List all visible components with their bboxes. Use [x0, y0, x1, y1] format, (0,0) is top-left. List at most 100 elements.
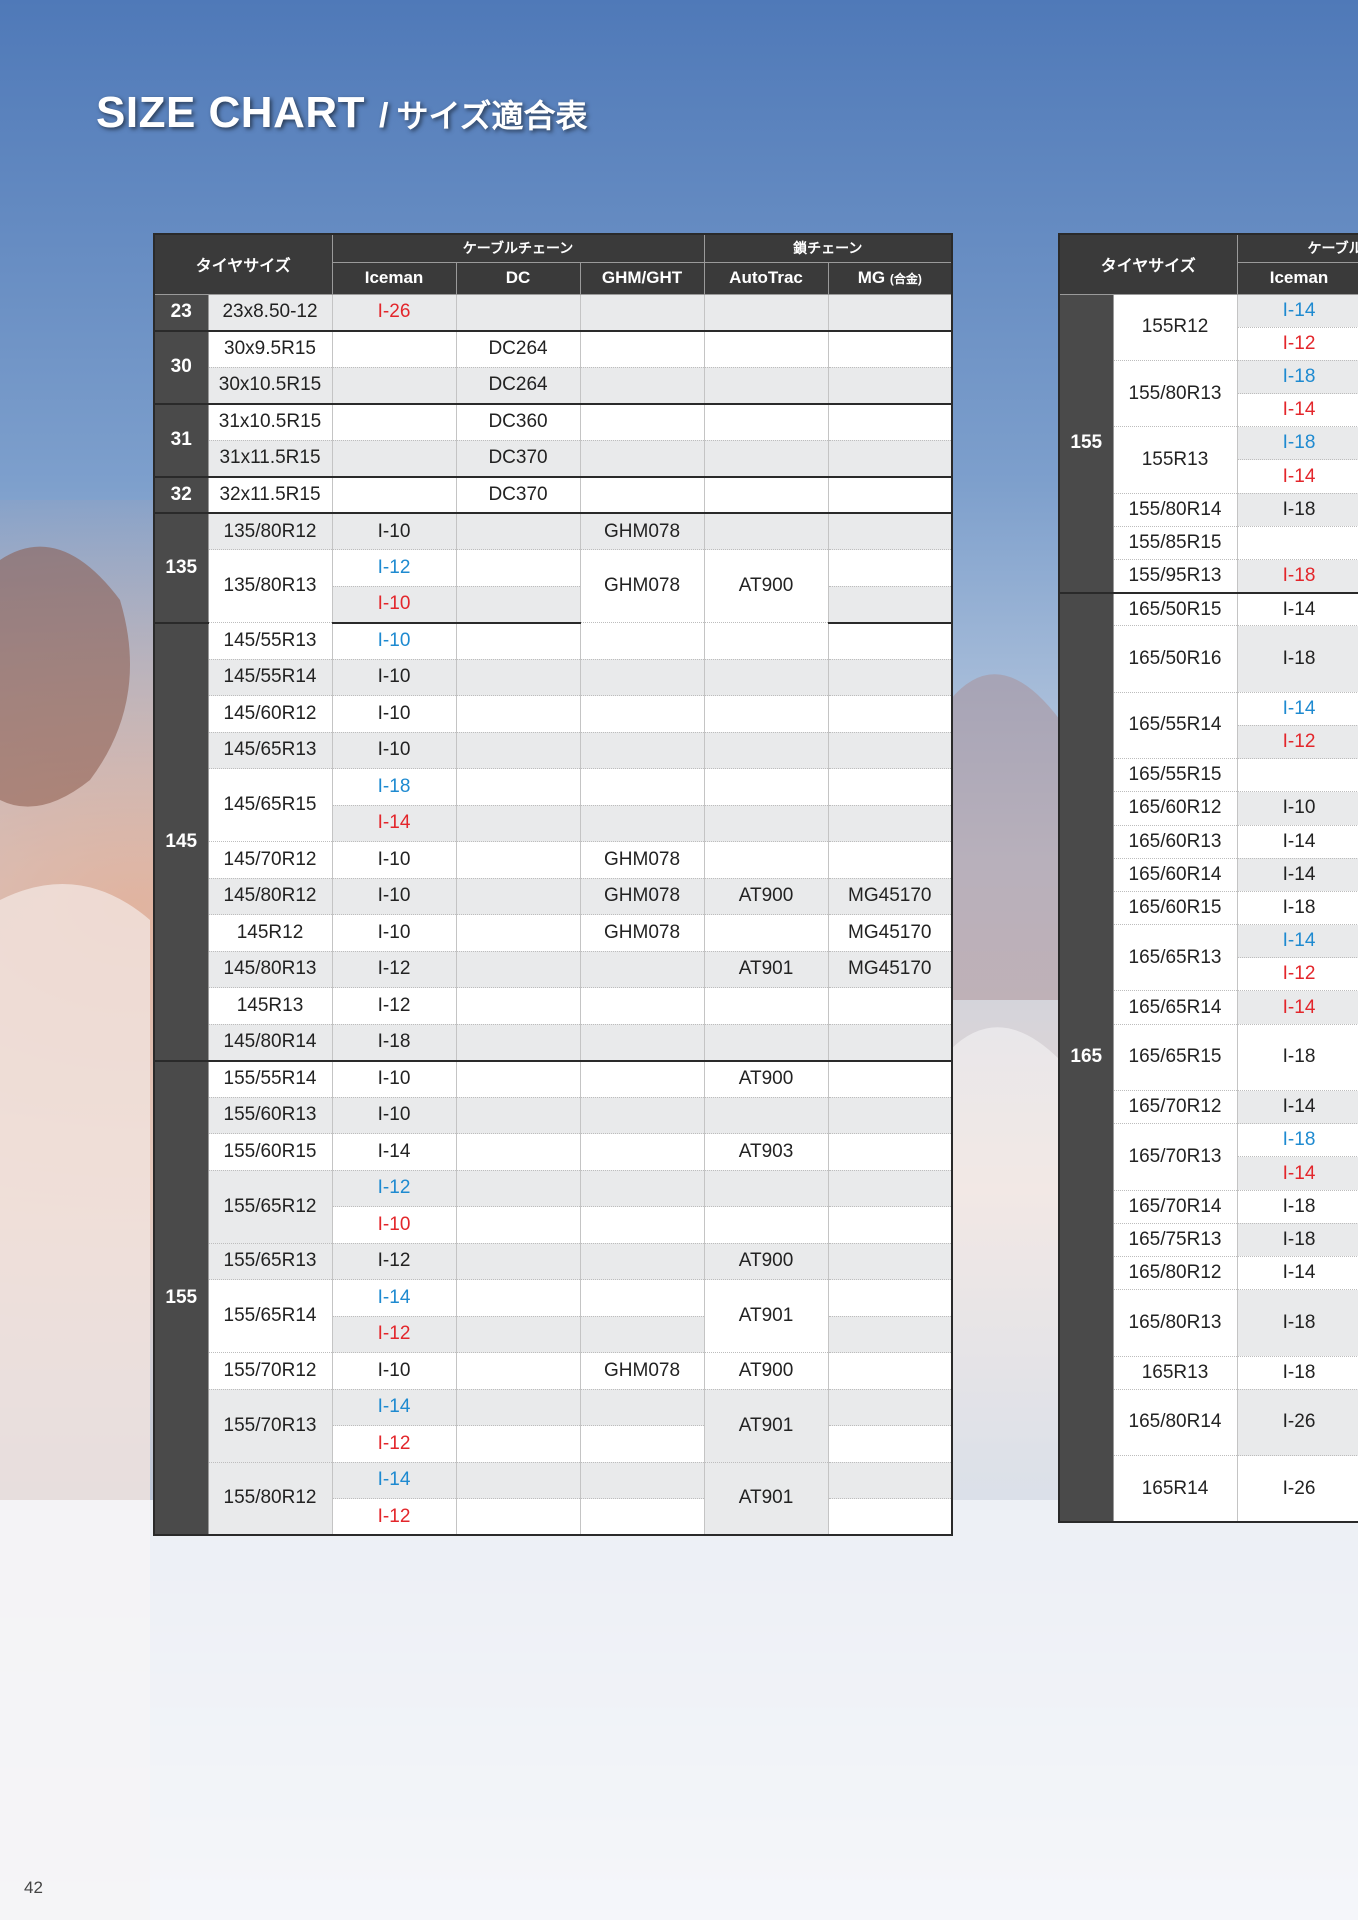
- dc-cell: [455, 1352, 581, 1390]
- tire-size-cell: 145/65R15: [207, 768, 333, 842]
- tire-size-cell: 165/65R15: [1112, 1024, 1238, 1092]
- iceman-cell: I-18: [1236, 891, 1358, 926]
- ghm-cell: [579, 1097, 705, 1134]
- page-number: 42: [24, 1878, 43, 1897]
- tire-size-cell: 155/80R13: [1112, 360, 1238, 428]
- iceman-cell: [331, 403, 457, 441]
- dc-cell: DC360: [455, 403, 581, 441]
- dc-cell: [455, 294, 581, 332]
- table-row: 31 31x10.5R15 DC360: [153, 403, 953, 478]
- tire-size-cell: 145R12: [207, 914, 333, 952]
- dc-cell: [455, 951, 581, 988]
- autotrac-cell: [703, 732, 829, 769]
- iceman-cell: I-10: [331, 841, 457, 879]
- header-cable-chain: ケーブルチェーン: [331, 233, 705, 263]
- tire-size-cell: 165/80R14: [1112, 1389, 1238, 1457]
- tire-size-cell: 31x10.5R15: [207, 403, 333, 441]
- dc-cell: DC264: [455, 367, 581, 405]
- iceman-cell: I-18: [1236, 426, 1358, 461]
- ghm-cell: [579, 1425, 705, 1463]
- ghm-cell: [579, 805, 705, 842]
- mg-cell: [827, 1024, 953, 1062]
- tire-size-cell: 145/60R12: [207, 695, 333, 733]
- autotrac-cell: [703, 403, 829, 441]
- tire-size-cell: 145/65R13: [207, 732, 333, 769]
- dc-cell: [455, 878, 581, 915]
- dc-cell: [455, 805, 581, 842]
- table-row: 145/80R14 I-18: [154, 1024, 953, 1062]
- iceman-cell: I-18: [1236, 559, 1358, 594]
- iceman-cell: I-18: [331, 1024, 457, 1062]
- dc-cell: [455, 1133, 581, 1171]
- table-row: 155 155R12 I-14: [1058, 293, 1358, 594]
- tire-size-cell: 165/65R14: [1112, 990, 1238, 1025]
- tire-size-cell: 165R13: [1112, 1356, 1238, 1390]
- dc-cell: DC264: [455, 330, 581, 368]
- mg-cell: [827, 695, 953, 733]
- autotrac-cell: [703, 805, 829, 842]
- mg-cell: [827, 622, 953, 660]
- iceman-cell: I-18: [1236, 493, 1358, 527]
- iceman-cell: I-10: [331, 732, 457, 769]
- right-table-body: 155 155R12 I-14 I-12 155/80R13 I-18 I-14 155R13…: [1058, 293, 1358, 1524]
- tire-size-cell: 145/80R12: [207, 878, 333, 915]
- mg-cell: [827, 330, 953, 368]
- iceman-cell: I-12: [331, 1170, 457, 1207]
- tire-size-cell: 165/55R14: [1112, 692, 1238, 760]
- ghm-cell: [579, 1206, 705, 1244]
- mg-cell: [827, 1170, 953, 1207]
- iceman-cell: I-14: [1236, 294, 1358, 328]
- iceman-cell: I-14: [1236, 592, 1358, 627]
- tire-size-cell: 165/55R15: [1112, 758, 1238, 793]
- dc-cell: [455, 987, 581, 1025]
- title-main: SIZE CHART: [96, 88, 365, 137]
- dc-cell: [455, 513, 581, 550]
- iceman-cell: I-18: [1236, 625, 1358, 693]
- table-row: 30 30x9.5R15 DC264: [153, 330, 953, 405]
- iceman-cell: I-26: [1236, 1455, 1358, 1524]
- tire-size-cell: 165/60R13: [1112, 825, 1238, 859]
- dc-cell: [455, 1206, 581, 1244]
- ghm-cell: GHM078: [579, 1352, 705, 1390]
- dc-cell: [455, 695, 581, 733]
- tire-size-cell: 165/80R12: [1112, 1256, 1238, 1291]
- table-row: 165 165/50R15 I-14: [1058, 592, 1358, 1524]
- tire-size-cell: 32x11.5R15: [207, 476, 333, 514]
- tire-size-cell: 165/50R16: [1112, 625, 1238, 693]
- mg-cell: [827, 1060, 953, 1098]
- tire-size-cell: 135/80R13: [207, 549, 333, 623]
- autotrac-cell: AT901: [703, 1279, 829, 1353]
- iceman-cell: I-10: [331, 914, 457, 952]
- ghm-cell: GHM078: [579, 549, 705, 623]
- iceman-cell: I-14: [331, 1133, 457, 1171]
- autotrac-cell: AT903: [703, 1133, 829, 1171]
- ghm-cell: [579, 1498, 705, 1536]
- tire-size-cell: 155/60R13: [207, 1097, 333, 1134]
- mg-cell: [827, 1352, 953, 1390]
- mg-cell: [827, 367, 953, 405]
- tire-size-cell: 145/70R12: [207, 841, 333, 879]
- iceman-cell: I-10: [331, 659, 457, 696]
- mg-cell: [827, 1425, 953, 1463]
- tire-size-cell: 145R13: [207, 987, 333, 1025]
- dc-cell: [455, 1170, 581, 1207]
- iceman-cell: I-10: [331, 1206, 457, 1244]
- autotrac-cell: [703, 1097, 829, 1134]
- autotrac-cell: [703, 914, 829, 952]
- mg-cell: [827, 403, 953, 441]
- ghm-cell: [579, 1170, 705, 1207]
- header-cable-chain: ケーブル: [1236, 233, 1358, 263]
- ghm-cell: [579, 1389, 705, 1426]
- table-row: 145/60R12 I-10: [154, 695, 953, 733]
- left-table-body: 23 23x8.50-12 I-26 30 30x9.5R15 DC264 30x10.5R…: [153, 293, 953, 1536]
- iceman-cell: I-26: [331, 294, 457, 332]
- table-row: 31x11.5R15 DC370: [154, 440, 953, 478]
- mg-cell: [827, 586, 953, 624]
- ghm-cell: GHM078: [579, 513, 705, 550]
- autotrac-cell: AT900: [703, 878, 829, 915]
- ghm-cell: [579, 440, 705, 478]
- tire-size-cell: 155R13: [1112, 426, 1238, 494]
- table-row: 23 23x8.50-12 I-26: [153, 293, 953, 332]
- autotrac-cell: [703, 330, 829, 368]
- ghm-cell: [579, 659, 705, 696]
